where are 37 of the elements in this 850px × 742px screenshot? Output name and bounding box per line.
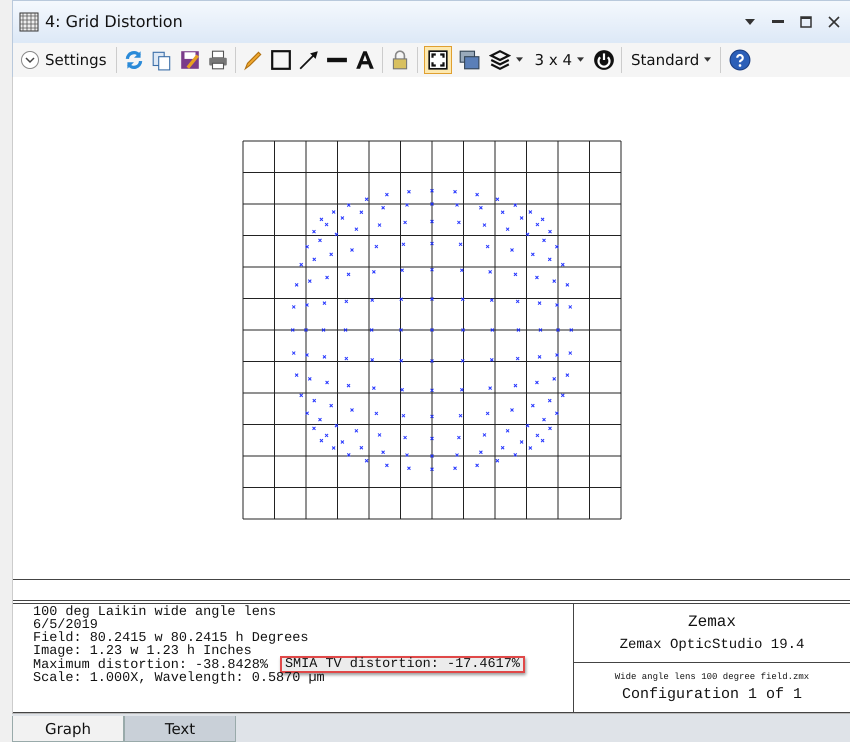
caret-icon (704, 57, 712, 62)
style-dropdown[interactable]: Standard (628, 48, 714, 72)
layers-icon (488, 48, 511, 71)
rectangle-icon[interactable] (270, 48, 292, 71)
settings-button[interactable]: Settings (17, 46, 110, 73)
info-line: Field: 80.2415 w 80.2415 h Degrees (33, 632, 308, 646)
windows-icon[interactable] (458, 48, 480, 71)
power-icon[interactable] (593, 48, 616, 71)
frame-corners-icon (426, 48, 449, 71)
minimize-icon[interactable] (772, 20, 784, 24)
toggle-button[interactable] (424, 46, 452, 74)
file-name: Wide angle lens 100 degree field.zmx (614, 672, 810, 682)
company-name: Zemax (688, 613, 736, 632)
caret-icon (516, 57, 523, 62)
info-line: 100 deg Laikin wide angle lens (33, 606, 276, 620)
layout-dropdown[interactable]: 3 x 4 (532, 48, 588, 72)
chevron-down-icon (20, 50, 40, 70)
grid-icon (19, 12, 39, 32)
maximize-icon[interactable] (800, 16, 812, 28)
arrow-icon[interactable] (298, 48, 320, 71)
product-name: Zemax OpticStudio 19.4 (620, 637, 804, 654)
configuration-label: Configuration 1 of 1 (622, 686, 802, 704)
highlighted-value: SMIA TV distortion: -17.4617% (280, 656, 525, 674)
window-title: 4: Grid Distortion (45, 12, 183, 32)
help-icon[interactable] (729, 48, 752, 71)
text-tool-icon[interactable] (354, 48, 376, 71)
tab[interactable]: Text (124, 716, 236, 742)
info-line: Image: 1.23 w 1.23 h Inches (33, 645, 252, 658)
print-icon[interactable] (206, 48, 229, 71)
info-line: 6/5/2019 (33, 619, 98, 632)
save-icon[interactable] (178, 48, 201, 71)
close-icon[interactable] (828, 16, 840, 28)
dropdown-icon[interactable] (744, 18, 756, 26)
info-line: Scale: 1.000X, Wavelength: 0.5870 µm (33, 672, 325, 686)
info-line: Maximum distortion: -38.8428% (33, 658, 268, 672)
tab[interactable]: Graph (12, 716, 124, 742)
caret-icon (577, 57, 584, 62)
